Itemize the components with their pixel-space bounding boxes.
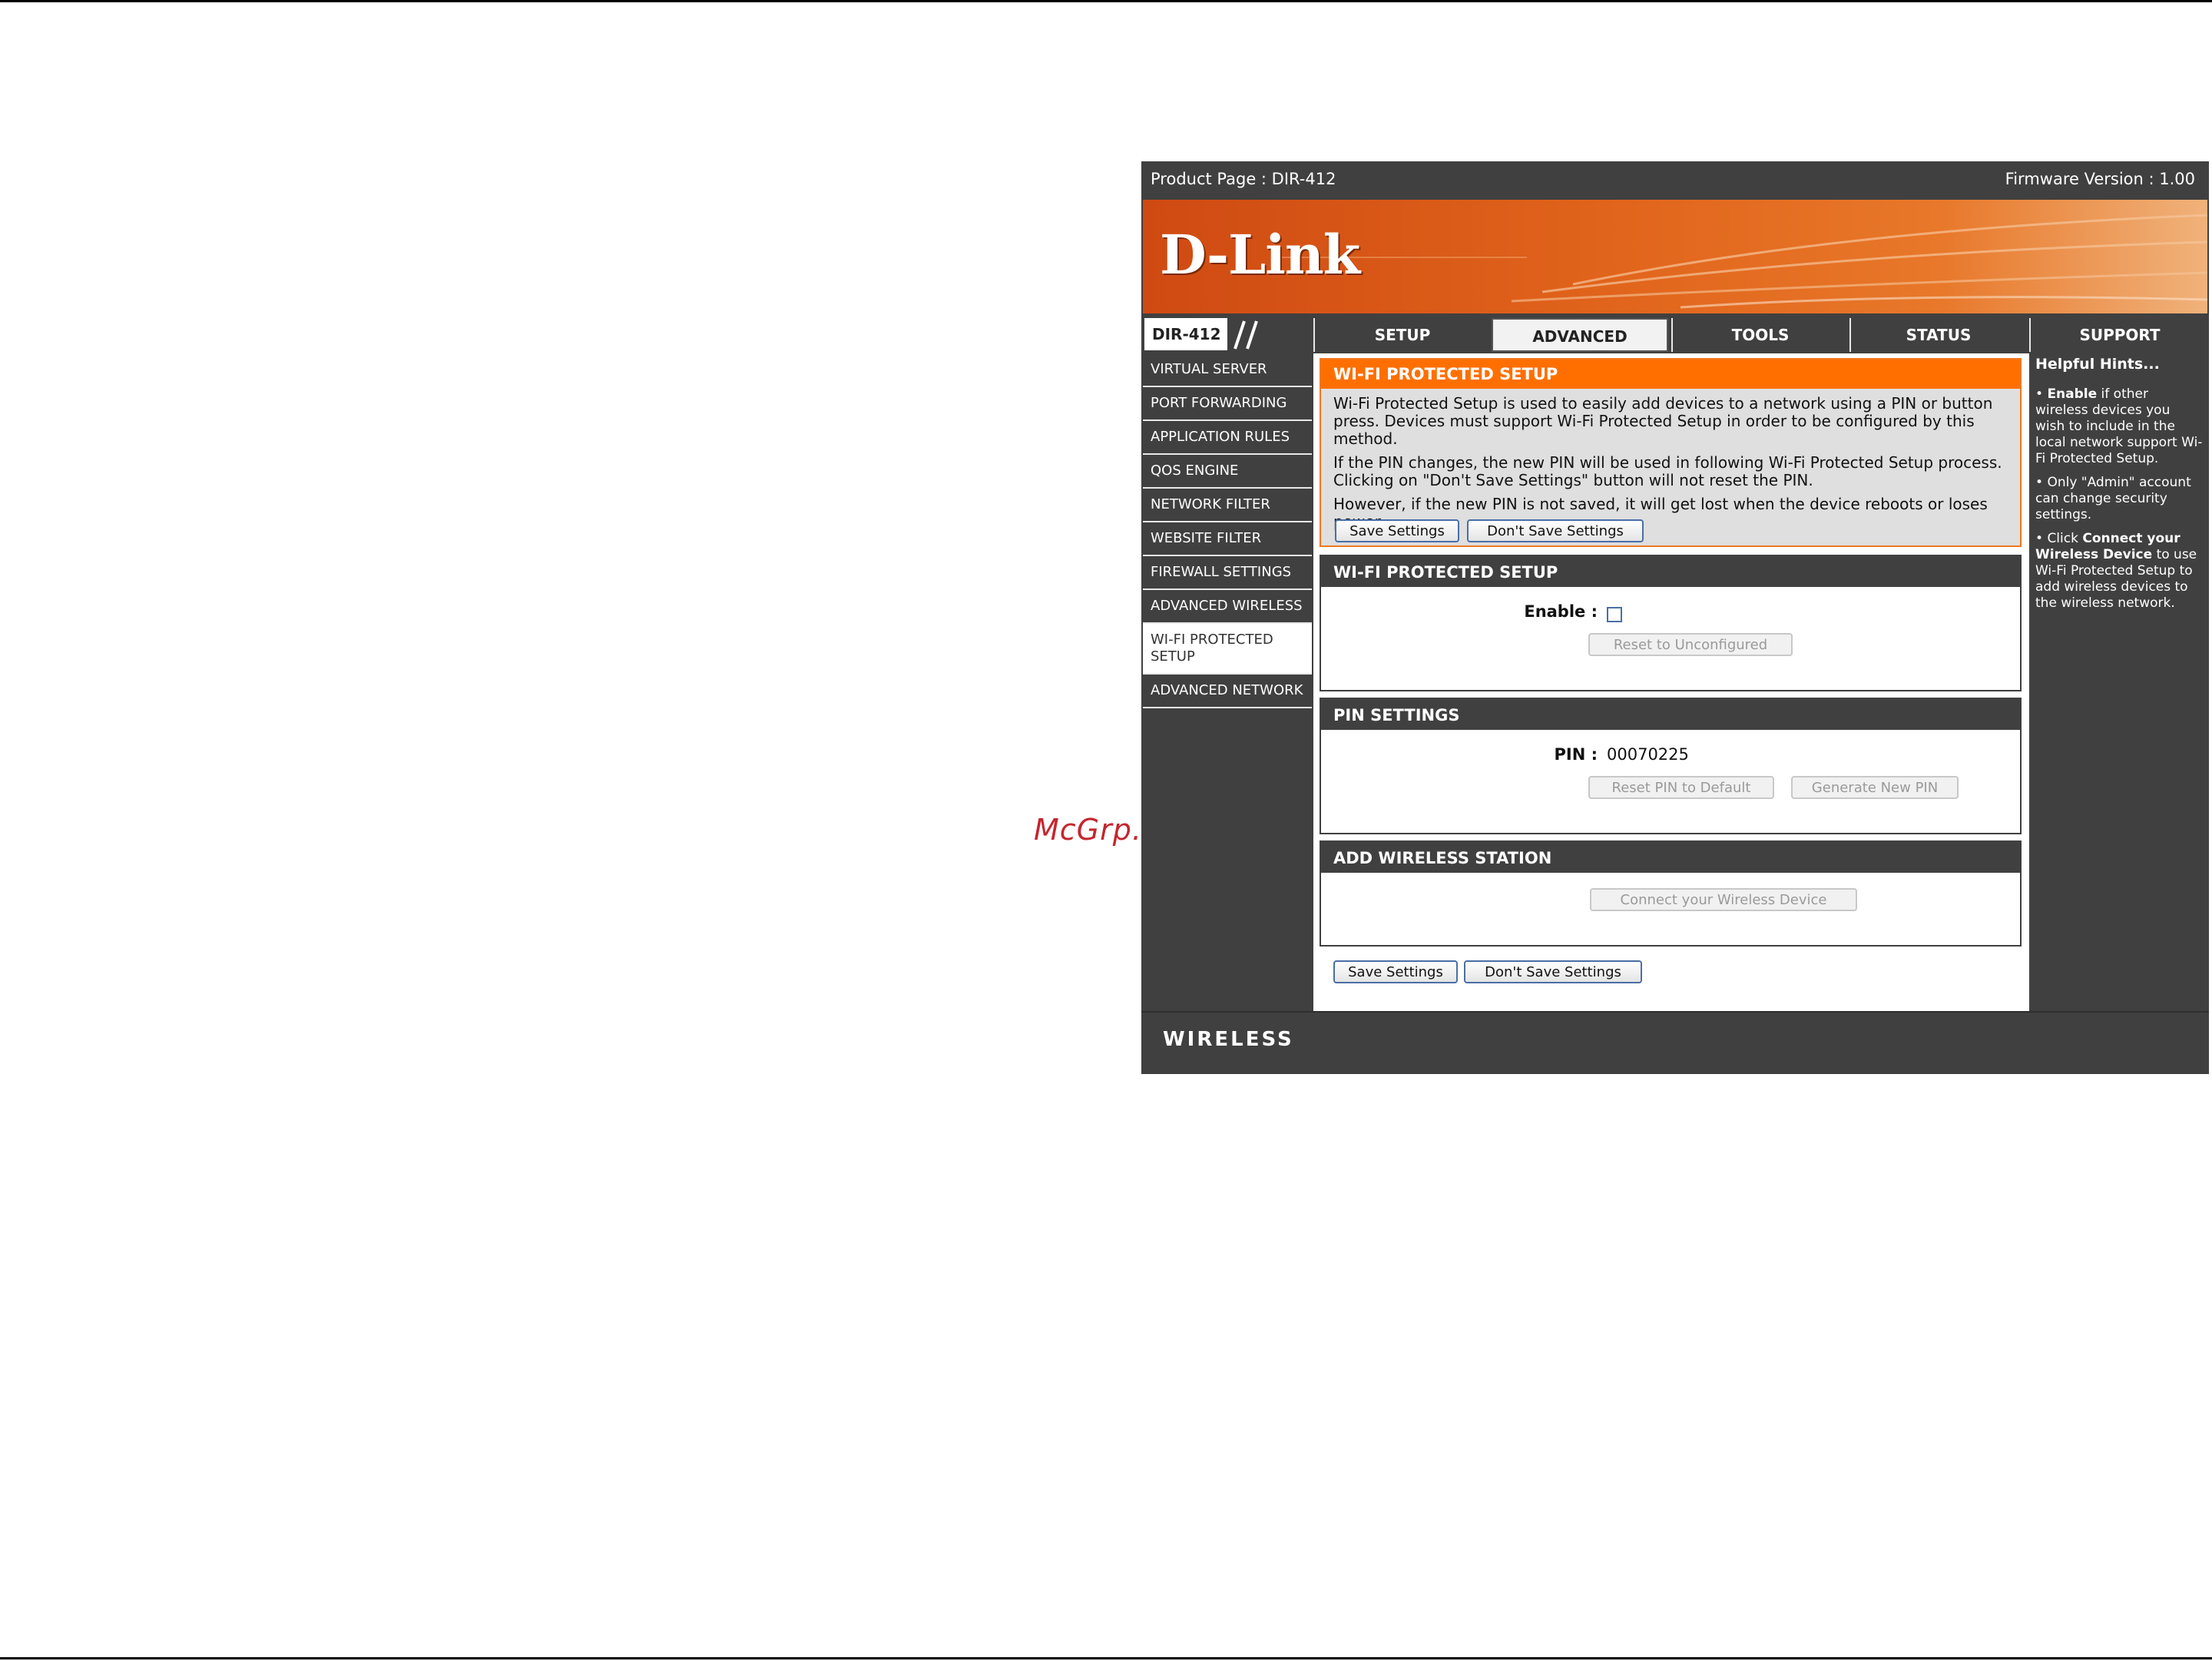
hint-enable: • Enable if other wireless devices you w… xyxy=(2035,386,2203,467)
sidebar-item-qos-engine[interactable]: QOS ENGINE xyxy=(1143,455,1312,489)
intro-section: WI-FI PROTECTED SETUP Wi-Fi Protected Se… xyxy=(1320,358,2022,547)
product-page-label: Product Page : DIR-412 xyxy=(1151,170,1336,188)
sidebar-item-network-filter[interactable]: NETWORK FILTER xyxy=(1143,489,1312,522)
dont-save-settings-button-bottom[interactable]: Don't Save Settings xyxy=(1464,960,1642,983)
top-bar: Product Page : DIR-412 Firmware Version … xyxy=(1141,161,2209,197)
bullet-icon: • xyxy=(2035,475,2044,490)
intro-paragraph-2: If the PIN changes, the new PIN will be … xyxy=(1333,453,2002,489)
main-content: WI-FI PROTECTED SETUP Wi-Fi Protected Se… xyxy=(1313,353,2029,1016)
pin-value: 00070225 xyxy=(1607,745,1689,764)
dont-save-settings-button-top[interactable]: Don't Save Settings xyxy=(1467,519,1644,542)
tab-setup[interactable]: SETUP xyxy=(1313,318,1490,352)
tab-status[interactable]: STATUS xyxy=(1849,318,2026,352)
hint-connect-pre: Click xyxy=(2047,531,2083,546)
tab-advanced[interactable]: ADVANCED xyxy=(1492,318,1668,352)
tab-tools[interactable]: TOOLS xyxy=(1671,318,1848,352)
add-wireless-station-title: ADD WIRELESS STATION xyxy=(1321,842,2020,873)
reset-to-unconfigured-button[interactable]: Reset to Unconfigured xyxy=(1588,633,1793,656)
sidebar-item-advanced-wireless[interactable]: ADVANCED WIRELESS xyxy=(1143,590,1312,624)
save-settings-button-bottom[interactable]: Save Settings xyxy=(1333,960,1458,983)
intro-section-title: WI-FI PROTECTED SETUP xyxy=(1321,360,2020,389)
model-badge: DIR-412 xyxy=(1143,318,1312,350)
enable-label: Enable : xyxy=(1524,602,1598,621)
footer-wireless-logo: WIRELESS xyxy=(1163,1028,1294,1051)
sidebar-item-advanced-network[interactable]: ADVANCED NETWORK xyxy=(1143,675,1312,708)
hint-admin-text: Only "Admin" account can change security… xyxy=(2035,475,2191,522)
save-settings-button-top[interactable]: Save Settings xyxy=(1335,519,1459,542)
hint-admin: • Only "Admin" account can change securi… xyxy=(2035,475,2203,523)
slash-decoration-icon xyxy=(1233,320,1258,350)
sidebar-item-application-rules[interactable]: APPLICATION RULES xyxy=(1143,421,1312,455)
bullet-icon: • xyxy=(2035,531,2044,546)
sidebar-item-port-forwarding[interactable]: PORT FORWARDING xyxy=(1143,387,1312,421)
helpful-hints-title: Helpful Hints... xyxy=(2035,356,2160,373)
add-wireless-station-section: ADD WIRELESS STATION Connect your Wirele… xyxy=(1320,840,2022,947)
sidebar-item-wifi-protected-setup[interactable]: WI-FI PROTECTED SETUP xyxy=(1143,624,1312,675)
router-ui-frame: Product Page : DIR-412 Firmware Version … xyxy=(1141,161,2209,1074)
sidebar: VIRTUAL SERVER PORT FORWARDING APPLICATI… xyxy=(1143,353,1312,708)
page-bottom-rule xyxy=(0,1657,2212,1659)
bullet-icon: • xyxy=(2035,386,2044,402)
wps-section-title: WI-FI PROTECTED SETUP xyxy=(1321,556,2020,587)
pin-settings-title: PIN SETTINGS xyxy=(1321,699,2020,730)
page-top-rule xyxy=(0,0,2212,2)
footer-bar: WIRELESS xyxy=(1141,1011,2209,1074)
dlink-logo: D-Link xyxy=(1160,223,1360,287)
hint-enable-bold: Enable xyxy=(2047,386,2098,402)
helpful-hints-panel: Helpful Hints... • Enable if other wirel… xyxy=(2031,353,2207,619)
wps-section: WI-FI PROTECTED SETUP Enable : Reset to … xyxy=(1320,555,2022,691)
tab-support[interactable]: SUPPORT xyxy=(2029,318,2209,352)
intro-paragraph-1: Wi-Fi Protected Setup is used to easily … xyxy=(1333,394,1993,448)
enable-checkbox[interactable] xyxy=(1607,607,1622,622)
reset-pin-to-default-button[interactable]: Reset PIN to Default xyxy=(1588,776,1774,799)
model-name: DIR-412 xyxy=(1144,318,1227,350)
header-banner: D-Link xyxy=(1143,200,2207,313)
sidebar-item-virtual-server[interactable]: VIRTUAL SERVER xyxy=(1143,353,1312,387)
sidebar-item-firewall-settings[interactable]: FIREWALL SETTINGS xyxy=(1143,556,1312,590)
hint-connect: • Click Connect your Wireless Device to … xyxy=(2035,531,2203,612)
connect-wireless-device-button[interactable]: Connect your Wireless Device xyxy=(1590,888,1857,911)
pin-label: PIN : xyxy=(1554,745,1598,764)
generate-new-pin-button[interactable]: Generate New PIN xyxy=(1791,776,1959,799)
firmware-version-label: Firmware Version : 1.00 xyxy=(2005,170,2195,188)
main-tabs: DIR-412 SETUP ADVANCED TOOLS STATUS SUPP… xyxy=(1141,313,2209,352)
sidebar-item-website-filter[interactable]: WEBSITE FILTER xyxy=(1143,522,1312,556)
pin-settings-section: PIN SETTINGS PIN : 00070225 Reset PIN to… xyxy=(1320,698,2022,834)
